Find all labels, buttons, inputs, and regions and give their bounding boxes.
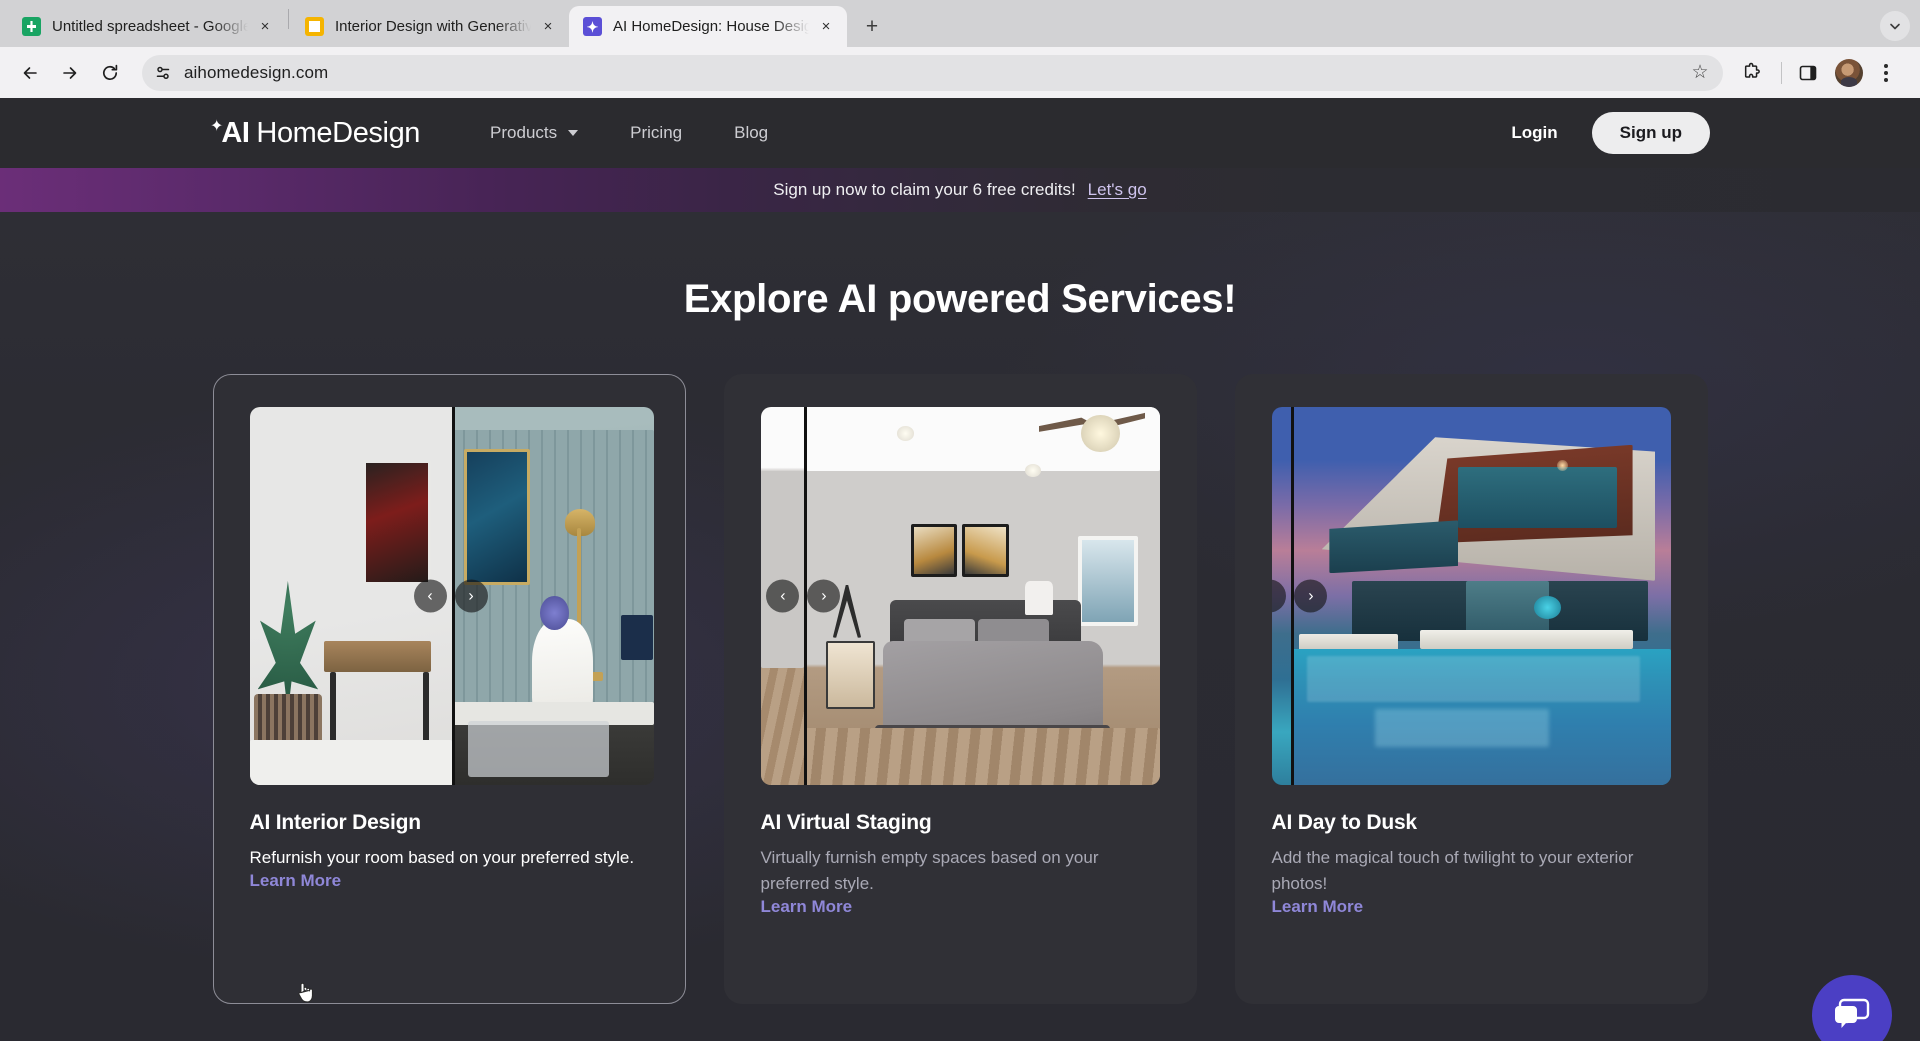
url-text: aihomedesign.com [178, 63, 1685, 83]
address-bar[interactable]: aihomedesign.com ☆ [142, 55, 1723, 91]
bookmark-star-icon[interactable]: ☆ [1685, 58, 1715, 88]
browser-tab-1[interactable]: Untitled spreadsheet - Google Sheets × [8, 6, 286, 47]
page-title: Explore AI powered Services! [0, 277, 1920, 322]
tab-strip: Untitled spreadsheet - Google Sheets × I… [0, 0, 1920, 47]
browser-tab-2[interactable]: Interior Design with Generative AI × [291, 6, 569, 47]
sheets-icon [22, 17, 41, 36]
extensions-icon[interactable] [1733, 55, 1769, 91]
logo-ai-text: AI [221, 117, 249, 150]
card-image-before-after[interactable]: ‹ › [761, 407, 1160, 785]
carousel-controls: ‹ › [766, 580, 840, 613]
main-nav: Products Pricing Blog [490, 123, 768, 143]
login-link[interactable]: Login [1511, 123, 1557, 143]
tab-divider [288, 9, 289, 29]
card-image-before-after[interactable]: ‹ › [250, 407, 654, 785]
tab-title: AI HomeDesign: House Design & Home Desig… [613, 18, 809, 35]
tab-strip-right [1880, 11, 1920, 47]
back-button[interactable] [12, 55, 48, 91]
before-after-split [1272, 407, 1671, 785]
new-tab-button[interactable]: + [855, 10, 889, 44]
service-card-ai-interior-design[interactable]: ‹ › AI Interior Design Refurnish your ro… [213, 374, 686, 1004]
chevron-down-icon [568, 130, 578, 136]
card-title: AI Interior Design [250, 811, 649, 835]
promo-link[interactable]: Let's go [1088, 180, 1147, 200]
carousel-prev-icon[interactable]: ‹ [766, 580, 799, 613]
after-image [1291, 407, 1670, 785]
browser-window: Untitled spreadsheet - Google Sheets × I… [0, 0, 1920, 1041]
doc-icon [305, 17, 324, 36]
card-description: Add the magical touch of twilight to you… [1272, 845, 1671, 897]
forward-button[interactable] [52, 55, 88, 91]
tab-title: Interior Design with Generative AI [335, 18, 531, 35]
close-icon[interactable]: × [537, 16, 559, 38]
site-logo[interactable]: ✦ AI HomeDesign [210, 117, 420, 150]
card-title: AI Virtual Staging [761, 811, 1160, 835]
carousel-next-icon[interactable]: › [1294, 580, 1327, 613]
carousel-prev-icon[interactable]: ‹ [1272, 580, 1287, 613]
avatar[interactable] [1835, 59, 1863, 87]
kebab-icon[interactable] [1868, 55, 1904, 91]
card-description: Virtually furnish empty spaces based on … [761, 845, 1160, 897]
promo-text: Sign up now to claim your 6 free credits… [773, 180, 1075, 200]
nav-item-blog[interactable]: Blog [734, 123, 768, 143]
browser-tab-3[interactable]: AI HomeDesign: House Design & Home Desig… [569, 6, 847, 47]
nav-item-products[interactable]: Products [490, 123, 578, 143]
chat-bubble-icon [1832, 997, 1872, 1033]
nav-item-pricing[interactable]: Pricing [630, 123, 682, 143]
close-icon[interactable]: × [815, 16, 837, 38]
browser-toolbar: aihomedesign.com ☆ [0, 47, 1920, 98]
header-actions: Login Sign up [1511, 112, 1710, 154]
sparkle-icon: ✦ [210, 116, 223, 136]
logo-name-text: HomeDesign [256, 117, 420, 150]
card-title: AI Day to Dusk [1272, 811, 1671, 835]
site-header: ✦ AI HomeDesign Products Pricing Blog Lo… [0, 98, 1920, 168]
learn-more-link[interactable]: Learn More [761, 897, 853, 916]
nav-label: Products [490, 123, 557, 143]
carousel-controls: ‹ › [414, 580, 488, 613]
carousel-next-icon[interactable]: › [455, 580, 488, 613]
web-page: ✦ AI HomeDesign Products Pricing Blog Lo… [0, 98, 1920, 1041]
tune-icon[interactable] [148, 58, 178, 88]
close-icon[interactable]: × [254, 16, 276, 38]
services-card-grid: ‹ › AI Interior Design Refurnish your ro… [0, 374, 1920, 1004]
carousel-prev-icon[interactable]: ‹ [414, 580, 447, 613]
aihomedesign-icon [583, 17, 602, 36]
toolbar-divider [1781, 62, 1782, 84]
learn-more-link[interactable]: Learn More [250, 871, 342, 890]
side-panel-icon[interactable] [1790, 55, 1826, 91]
tab-title: Untitled spreadsheet - Google Sheets [52, 18, 248, 35]
carousel-next-icon[interactable]: › [807, 580, 840, 613]
card-description: Refurnish your room based on your prefer… [250, 845, 649, 871]
signup-button[interactable]: Sign up [1592, 112, 1710, 154]
learn-more-link[interactable]: Learn More [1272, 897, 1364, 916]
after-image [804, 407, 1159, 785]
reload-button[interactable] [92, 55, 128, 91]
service-card-ai-day-to-dusk[interactable]: ‹ › AI Day to Dusk Add the magical touch… [1235, 374, 1708, 1004]
chevron-down-icon[interactable] [1880, 11, 1910, 41]
carousel-controls: ‹ › [1272, 580, 1328, 613]
promo-banner: Sign up now to claim your 6 free credits… [0, 168, 1920, 212]
card-image-before-after[interactable]: ‹ › [1272, 407, 1671, 785]
service-card-ai-virtual-staging[interactable]: ‹ › AI Virtual Staging Virtually furnish… [724, 374, 1197, 1004]
